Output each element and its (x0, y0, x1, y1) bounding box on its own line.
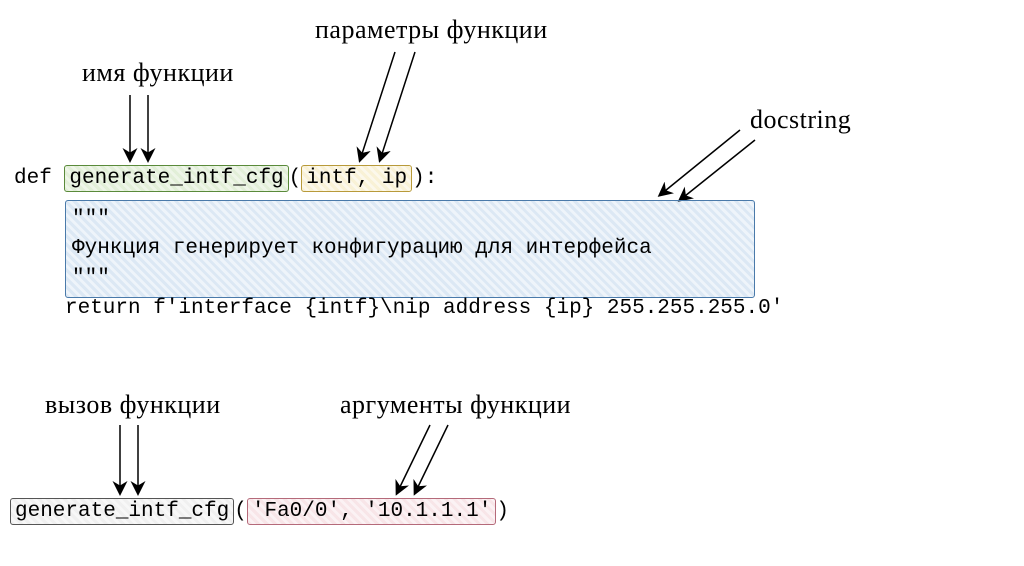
highlight-func-name: generate_intf_cfg (64, 165, 288, 192)
label-func-args: аргументы функции (340, 390, 571, 420)
code-call-line: generate_intf_cfg('Fa0/0', '10.1.1.1') (10, 498, 509, 525)
highlight-docstring: """ Функция генерирует конфигурацию для … (65, 200, 755, 298)
label-docstring: docstring (750, 105, 851, 135)
docstring-text: Функция генерирует конфигурацию для инте… (72, 234, 748, 263)
label-func-name: имя функции (82, 58, 234, 88)
label-func-call: вызов функции (45, 390, 221, 420)
highlight-call-name: generate_intf_cfg (10, 498, 234, 525)
paren-open: ( (289, 167, 302, 190)
docstring-quote-close: """ (72, 264, 748, 293)
code-def-line: def generate_intf_cfg(intf, ip): (14, 165, 437, 192)
highlight-params: intf, ip (301, 165, 412, 192)
docstring-quote-open: """ (72, 205, 748, 234)
call-paren-close: ) (496, 500, 509, 523)
call-paren-open: ( (234, 500, 247, 523)
paren-close-colon: ): (412, 167, 437, 190)
label-func-params: параметры функции (315, 15, 548, 45)
highlight-call-args: 'Fa0/0', '10.1.1.1' (247, 498, 496, 525)
code-return-line: return f'interface {intf}\nip address {i… (65, 297, 783, 320)
keyword-def: def (14, 167, 64, 190)
